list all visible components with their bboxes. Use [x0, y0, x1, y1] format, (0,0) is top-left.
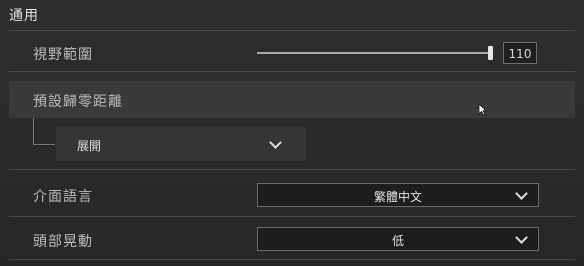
- section-title: 通用: [9, 8, 39, 24]
- row-divider: [9, 216, 575, 217]
- language-label: 介面語言: [33, 189, 93, 205]
- chevron-down-icon: [269, 136, 282, 149]
- row-divider: [9, 169, 575, 170]
- language-dropdown[interactable]: 繁體中文: [257, 183, 539, 207]
- row-divider: [9, 71, 575, 72]
- fov-slider-thumb[interactable]: [487, 46, 493, 60]
- tree-connector-horizontal: [33, 144, 55, 145]
- mouse-cursor-icon: [478, 103, 487, 116]
- settings-panel: 通用 視野範圍 110 預設歸零距離 展開 介面語言 繁體中文 頭部晃動 低: [0, 0, 584, 266]
- fov-label: 視野範圍: [33, 47, 93, 63]
- fov-slider[interactable]: [257, 46, 493, 60]
- tree-connector-vertical: [33, 118, 34, 144]
- preset-zero-row[interactable]: 預設歸零距離: [9, 81, 575, 118]
- section-divider: [9, 30, 575, 31]
- preset-zero-dropdown[interactable]: 展開: [56, 127, 306, 161]
- row-divider: [9, 259, 575, 260]
- fov-slider-fill: [257, 52, 491, 54]
- language-dropdown-value: 繁體中文: [373, 190, 422, 204]
- head-bob-dropdown[interactable]: 低: [257, 227, 539, 251]
- head-bob-dropdown-value: 低: [391, 234, 404, 248]
- fov-value-input[interactable]: 110: [503, 42, 537, 64]
- preset-zero-dropdown-value: 展開: [77, 139, 102, 153]
- preset-zero-label: 預設歸零距離: [33, 94, 123, 110]
- head-bob-label: 頭部晃動: [33, 234, 93, 250]
